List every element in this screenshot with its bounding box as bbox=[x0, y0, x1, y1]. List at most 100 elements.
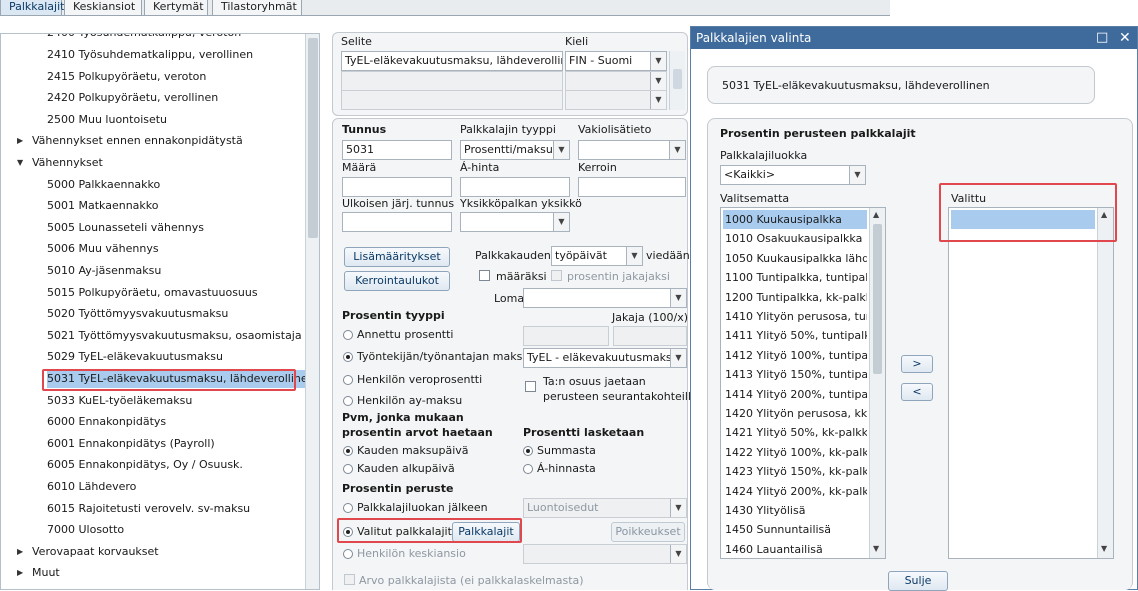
jakajaksi-checkbox[interactable] bbox=[551, 270, 562, 281]
chevron-down-icon[interactable]: ▼ bbox=[650, 91, 666, 109]
remove-selected-button[interactable]: < bbox=[901, 383, 933, 401]
tree-group[interactable]: Vähennykset ennen ennakonpidätystä bbox=[32, 132, 243, 150]
arvo-checkbox[interactable] bbox=[344, 574, 355, 585]
chevron-down-icon[interactable]: ▼ bbox=[650, 72, 666, 90]
tree-group[interactable]: Vähennykset bbox=[32, 154, 103, 172]
list-item[interactable]: 1200 Tuntipalkka, kk-palkkalaiset bbox=[723, 288, 867, 307]
chevron-down-icon[interactable]: ▼ bbox=[553, 213, 569, 231]
tree-item[interactable]: 7000 Ulosotto bbox=[47, 521, 124, 539]
tree-item[interactable]: 2415 Polkupyöräetu, veroton bbox=[47, 68, 206, 86]
chevron-down-icon[interactable]: ▼ bbox=[670, 289, 686, 307]
selite-scroll-thumb[interactable] bbox=[673, 69, 682, 89]
close-icon[interactable]: ✕ bbox=[1119, 27, 1131, 49]
tree-item[interactable]: 2500 Muu luontoisetu bbox=[47, 111, 167, 129]
palkkalajiluokka-select[interactable]: <Kaikki> ▼ bbox=[720, 165, 866, 185]
kieli-select[interactable]: FIN - Suomi ▼ bbox=[565, 51, 667, 71]
list-item[interactable]: 1423 Ylityö 150%, kk-palkkalaiset bbox=[723, 462, 867, 481]
list-item[interactable]: 1414 Ylityö 200%, tuntipalkkalaiset bbox=[723, 385, 867, 404]
list-item[interactable]: 1450 Sunnuntailisä bbox=[723, 520, 867, 539]
luokka-select[interactable]: Luontoisedut ▼ bbox=[523, 498, 687, 518]
kieli-select-2[interactable]: ▼ bbox=[565, 71, 667, 91]
list-item[interactable]: 1460 Lauantailisä bbox=[723, 540, 867, 558]
aymaksu-radio[interactable] bbox=[343, 396, 353, 406]
expand-arrow-icon[interactable]: ▼ bbox=[17, 158, 23, 167]
tab-tilastoryhmat[interactable]: Tilastoryhmät bbox=[212, 0, 302, 16]
summasta-radio[interactable] bbox=[523, 446, 533, 456]
list-item[interactable]: 1413 Ylityö 150%, tuntipalkkalaiset bbox=[723, 365, 867, 384]
maximize-icon[interactable]: □ bbox=[1096, 27, 1108, 49]
tree-item[interactable]: 5029 TyEL-eläkevakuutusmaksu bbox=[47, 348, 223, 366]
prosentti-input[interactable] bbox=[523, 326, 609, 346]
poikkeukset-button[interactable]: Poikkeukset bbox=[611, 522, 685, 542]
tab-kertymat[interactable]: Kertymät bbox=[144, 0, 208, 16]
ulkoinen-input[interactable] bbox=[342, 212, 452, 232]
list-item[interactable]: 1430 Ylityölisä bbox=[723, 501, 867, 520]
kerroin-input[interactable] bbox=[578, 177, 686, 197]
chevron-down-icon[interactable]: ▼ bbox=[553, 141, 569, 159]
selite-input-3[interactable] bbox=[341, 90, 563, 110]
annettu-radio[interactable] bbox=[343, 330, 353, 340]
tree-item[interactable]: 5001 Matkaennakko bbox=[47, 197, 158, 215]
tree-group[interactable]: Muut bbox=[32, 564, 60, 582]
lisamaaritykset-button[interactable]: Lisämääritykset bbox=[344, 247, 450, 267]
list-item[interactable]: 1412 Ylityö 100%, tuntipalkkalaiset bbox=[723, 346, 867, 365]
kauden-alkupaiva-radio[interactable] bbox=[343, 464, 353, 474]
tree-item[interactable]: 5006 Muu vähennys bbox=[47, 240, 159, 258]
loma-select[interactable]: ▼ bbox=[523, 288, 687, 308]
keskiansio-radio[interactable] bbox=[343, 549, 353, 559]
list-item[interactable]: 1411 Ylityö 50%, tuntipalkkalaiset bbox=[723, 326, 867, 345]
chevron-up-icon[interactable]: ▲ bbox=[873, 210, 879, 219]
tyyppi-select[interactable]: Prosentti/maksu ▼ bbox=[460, 140, 570, 160]
chevron-down-icon[interactable]: ▼ bbox=[1101, 544, 1107, 553]
tree-item[interactable]: 6005 Ennakonpidätys, Oy / Osuusk. bbox=[47, 456, 243, 474]
tab-palkkalajit[interactable]: Palkkalajit bbox=[0, 0, 64, 16]
tree-group[interactable]: Verovapaat korvaukset bbox=[32, 543, 159, 561]
list-item[interactable]: 1424 Ylityö 200%, kk-palkkalaiset bbox=[723, 482, 867, 501]
valittu-scrollbar[interactable]: ▲ ▼ bbox=[1097, 208, 1113, 558]
tyontekijan-radio[interactable] bbox=[343, 352, 353, 362]
tree-item[interactable]: 6001 Ennakonpidätys (Payroll) bbox=[47, 435, 215, 453]
keskiansio-select[interactable]: ▼ bbox=[523, 544, 687, 564]
chevron-down-icon[interactable]: ▼ bbox=[849, 166, 865, 184]
sulje-button[interactable]: Sulje bbox=[888, 571, 948, 591]
list-item[interactable]: 1000 Kuukausipalkka bbox=[723, 210, 867, 229]
maaraksi-checkbox[interactable] bbox=[479, 270, 490, 281]
selite-input[interactable]: TyEL-eläkevakuutusmaksu, lähdeverolline bbox=[341, 51, 563, 71]
add-selected-button[interactable]: > bbox=[901, 355, 933, 373]
collapse-arrow-icon[interactable]: ▶ bbox=[17, 547, 23, 556]
tree-item[interactable]: 5033 KuEL-työeläkemaksu bbox=[47, 392, 192, 410]
tree-item[interactable]: 5010 Ay-jäsenmaksu bbox=[47, 262, 161, 280]
collapse-arrow-icon[interactable]: ▶ bbox=[17, 568, 23, 577]
list-item[interactable]: 1050 Kuukausipalkka lähdeverollinen bbox=[723, 249, 867, 268]
tree-item[interactable]: 5021 Työttömyysvakuutusmaksu, osaomistaj… bbox=[47, 327, 302, 345]
tree-item[interactable]: 5020 Työttömyysvakuutusmaksu bbox=[47, 305, 228, 323]
tree-item[interactable]: 5000 Palkkaennakko bbox=[47, 176, 160, 194]
chevron-down-icon[interactable]: ▼ bbox=[670, 499, 686, 517]
valitsematta-list[interactable]: 1000 Kuukausipalkka 1010 Osakuukausipalkk… bbox=[720, 207, 886, 559]
tree-scrollbar[interactable] bbox=[305, 34, 319, 589]
chevron-down-icon[interactable]: ▼ bbox=[669, 141, 685, 159]
ahinta-input[interactable] bbox=[460, 177, 570, 197]
chevron-down-icon[interactable]: ▼ bbox=[650, 52, 666, 70]
tree-scroll-thumb[interactable] bbox=[308, 38, 318, 238]
chevron-down-icon[interactable]: ▼ bbox=[670, 545, 686, 563]
yksikko-select[interactable]: ▼ bbox=[460, 212, 570, 232]
valitsematta-scroll-thumb[interactable] bbox=[873, 224, 882, 374]
list-item[interactable]: 1410 Ylityön perusosa, tuntipalkkalaiset bbox=[723, 307, 867, 326]
list-item[interactable]: 1010 Osakuukausipalkka bbox=[723, 229, 867, 248]
maara-input[interactable] bbox=[342, 177, 452, 197]
tree-item[interactable]: 5005 Lounasseteli vähennys bbox=[47, 219, 204, 237]
chevron-down-icon[interactable]: ▼ bbox=[670, 349, 686, 367]
valittu-list[interactable]: ▲ ▼ bbox=[948, 207, 1114, 559]
tyontekijan-select[interactable]: TyEL - eläkevakuutusmaks ▼ bbox=[523, 348, 687, 368]
veroprosentti-radio[interactable] bbox=[343, 375, 353, 385]
tree-item[interactable]: 6015 Rajoitetusti verovelv. sv-maksu bbox=[47, 500, 250, 518]
jakaja-input[interactable] bbox=[613, 326, 687, 346]
chevron-down-icon[interactable]: ▼ bbox=[873, 544, 879, 553]
vakio-select[interactable]: ▼ bbox=[578, 140, 686, 160]
tree-item[interactable]: 2410 Työsuhdematkalippu, verollinen bbox=[47, 46, 253, 64]
kauden-maksupaiva-radio[interactable] bbox=[343, 446, 353, 456]
chevron-down-icon[interactable]: ▼ bbox=[626, 247, 642, 265]
ahinnasta-radio[interactable] bbox=[523, 464, 533, 474]
tree-item[interactable]: 6010 Lähdevero bbox=[47, 478, 136, 496]
